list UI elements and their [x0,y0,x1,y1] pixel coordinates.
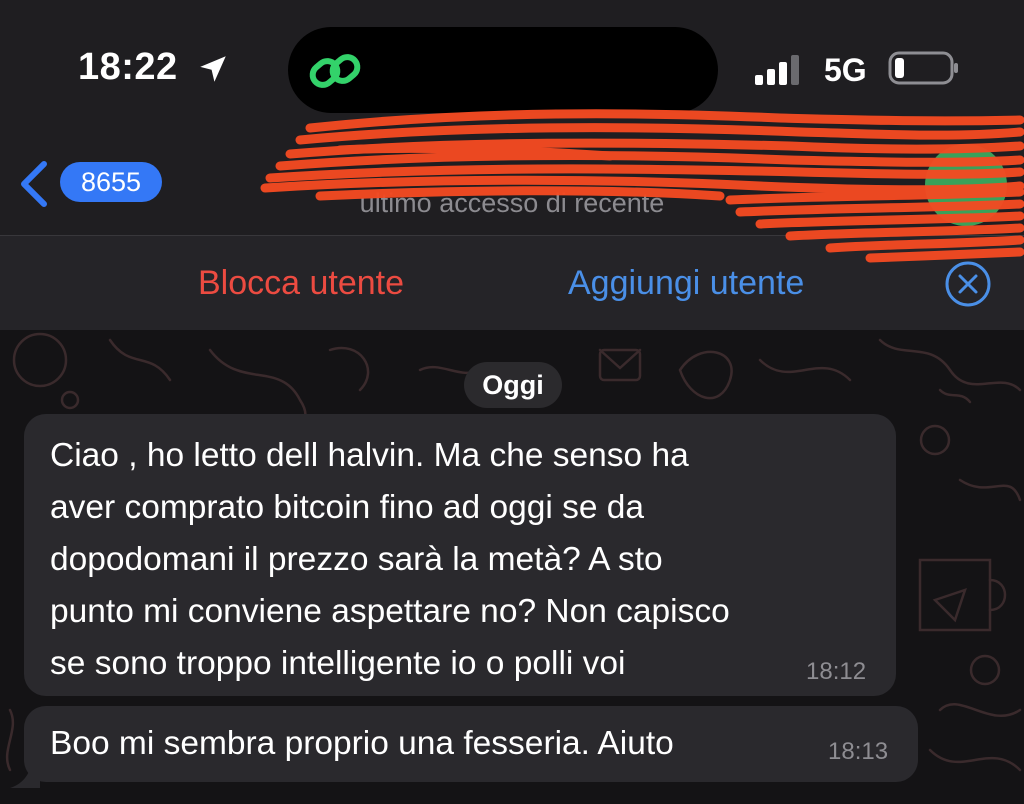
status-time: 18:22 [78,46,178,88]
battery-icon [888,51,958,85]
chat-area: Oggi Ciao , ho letto dell halvin. Ma che… [0,330,1024,804]
message-time: 18:12 [806,658,867,685]
message-bubble[interactable]: Ciao , ho letto dell halvin. Ma che sens… [24,414,896,696]
add-user-button[interactable]: Aggiungi utente [568,264,804,303]
message-text: Ciao , ho letto dell halvin. Ma che sens… [50,437,730,682]
network-type: 5G [824,52,867,88]
close-circle-icon[interactable] [944,260,992,308]
block-user-button[interactable]: Blocca utente [198,264,404,303]
last-seen-status: ultimo accesso di recente [359,188,665,218]
bubble-tail [10,768,40,788]
signal-bars-icon [755,55,799,85]
dynamic-island [288,27,718,113]
chat-header: 18:22 5G 8655 ultimo accesso di recente [0,0,1024,235]
message-bubble[interactable]: Boo mi sembra proprio una fesseria. Aiut… [24,706,918,782]
message-time: 18:13 [828,738,889,765]
location-arrow-icon [200,56,226,82]
date-separator: Oggi [464,362,562,408]
message-text: Boo mi sembra proprio una fesseria. Aiut… [50,725,674,762]
link-app-icon [309,54,361,88]
action-bar: Blocca utente Aggiungi utente [0,235,1024,331]
avatar[interactable] [925,144,1007,226]
